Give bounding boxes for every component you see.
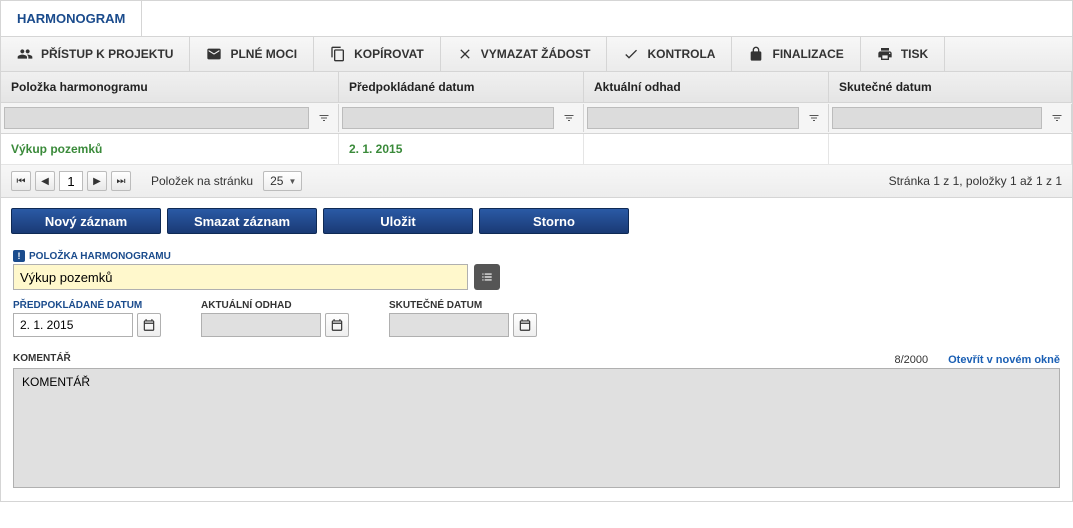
toolbar-power-label: PLNÉ MOCI [230, 47, 297, 61]
filter-icon [318, 112, 330, 124]
filter-icon-button[interactable] [803, 107, 825, 129]
print-icon [877, 46, 893, 62]
check-icon [623, 46, 639, 62]
calendar-icon [518, 318, 532, 332]
list-icon [480, 270, 494, 284]
pager-last-button[interactable]: ⏭ [111, 171, 131, 191]
actual-date-input[interactable] [389, 313, 509, 337]
new-record-button[interactable]: Nový záznam [11, 208, 161, 234]
calendar-icon [142, 318, 156, 332]
item-label: ! POLOŽKA HARMONOGRAMU [13, 250, 1060, 262]
planned-date-input[interactable] [13, 313, 133, 337]
close-icon [457, 46, 473, 62]
tab-harmonogram[interactable]: HARMONOGRAM [1, 1, 142, 36]
toolbar-access-label: PŘÍSTUP K PROJEKTU [41, 47, 173, 61]
planned-date-calendar-button[interactable] [137, 313, 161, 337]
comment-count: 8/2000 [894, 354, 928, 366]
grid-filter-planned-input[interactable] [342, 107, 554, 129]
grid-filter-item-input[interactable] [4, 107, 309, 129]
mail-icon [206, 46, 222, 62]
pager-perpage-label: Položek na stránku [151, 174, 253, 188]
filter-icon-button[interactable] [313, 107, 335, 129]
people-icon [17, 46, 33, 62]
grid-cell-actual [829, 134, 1072, 164]
toolbar: PŘÍSTUP K PROJEKTU PLNÉ MOCI KOPÍROVAT V… [1, 37, 1072, 72]
filter-icon [563, 112, 575, 124]
toolbar-copy[interactable]: KOPÍROVAT [314, 37, 441, 71]
estimate-date-calendar-button[interactable] [325, 313, 349, 337]
toolbar-access[interactable]: PŘÍSTUP K PROJEKTU [1, 37, 190, 71]
filter-icon-button[interactable] [1046, 107, 1068, 129]
pager-prev-button[interactable]: ◀ [35, 171, 55, 191]
toolbar-print-label: TISK [901, 47, 928, 61]
comment-textarea[interactable] [13, 368, 1060, 488]
pager-first-button[interactable]: ⏮ [11, 171, 31, 191]
grid-header-planned[interactable]: Předpokládané datum [339, 72, 584, 102]
pager-next-button[interactable]: ▶ [87, 171, 107, 191]
grid-filter [1, 103, 1072, 134]
save-button[interactable]: Uložit [323, 208, 473, 234]
pager: ⏮ ◀ ▶ ⏭ Položek na stránku 25 Stránka 1 … [1, 165, 1072, 198]
pager-status: Stránka 1 z 1, položky 1 až 1 z 1 [889, 174, 1062, 188]
table-row[interactable]: Výkup pozemků 2. 1. 2015 [1, 134, 1072, 165]
grid-filter-estimate-input[interactable] [587, 107, 799, 129]
toolbar-print[interactable]: TISK [861, 37, 945, 71]
comment-label: KOMENTÁŘ [13, 353, 71, 364]
toolbar-power[interactable]: PLNÉ MOCI [190, 37, 314, 71]
toolbar-finalize[interactable]: FINALIZACE [732, 37, 860, 71]
toolbar-check[interactable]: KONTROLA [607, 37, 732, 71]
pager-page-input[interactable] [59, 171, 83, 191]
item-input[interactable] [13, 264, 468, 290]
estimate-date-label: AKTUÁLNÍ ODHAD [201, 300, 349, 311]
toolbar-finalize-label: FINALIZACE [772, 47, 843, 61]
comment-open-new-window[interactable]: Otevřít v novém okně [948, 354, 1060, 366]
grid-filter-actual-input[interactable] [832, 107, 1042, 129]
grid-header-actual[interactable]: Skutečné datum [829, 72, 1072, 102]
grid-cell-estimate [584, 134, 829, 164]
cancel-button[interactable]: Storno [479, 208, 629, 234]
actual-date-calendar-button[interactable] [513, 313, 537, 337]
grid-cell-item: Výkup pozemků [1, 134, 339, 164]
grid-header-item[interactable]: Položka harmonogramu [1, 72, 339, 102]
lock-icon [748, 46, 764, 62]
filter-icon [1051, 112, 1063, 124]
estimate-date-input[interactable] [201, 313, 321, 337]
toolbar-delete-label: VYMAZAT ŽÁDOST [481, 47, 591, 61]
grid-header: Položka harmonogramu Předpokládané datum… [1, 72, 1072, 103]
grid-cell-planned: 2. 1. 2015 [339, 134, 584, 164]
planned-date-label: PŘEDPOKLÁDANÉ DATUM [13, 300, 161, 311]
toolbar-check-label: KONTROLA [647, 47, 715, 61]
item-picker-button[interactable] [474, 264, 500, 290]
required-icon: ! [13, 250, 25, 262]
delete-record-button[interactable]: Smazat záznam [167, 208, 317, 234]
grid-header-estimate[interactable]: Aktuální odhad [584, 72, 829, 102]
filter-icon [808, 112, 820, 124]
calendar-icon [330, 318, 344, 332]
pager-perpage-select[interactable]: 25 [263, 171, 302, 191]
actual-date-label: SKUTEČNÉ DATUM [389, 300, 537, 311]
toolbar-copy-label: KOPÍROVAT [354, 47, 424, 61]
copy-icon [330, 46, 346, 62]
filter-icon-button[interactable] [558, 107, 580, 129]
toolbar-delete[interactable]: VYMAZAT ŽÁDOST [441, 37, 608, 71]
